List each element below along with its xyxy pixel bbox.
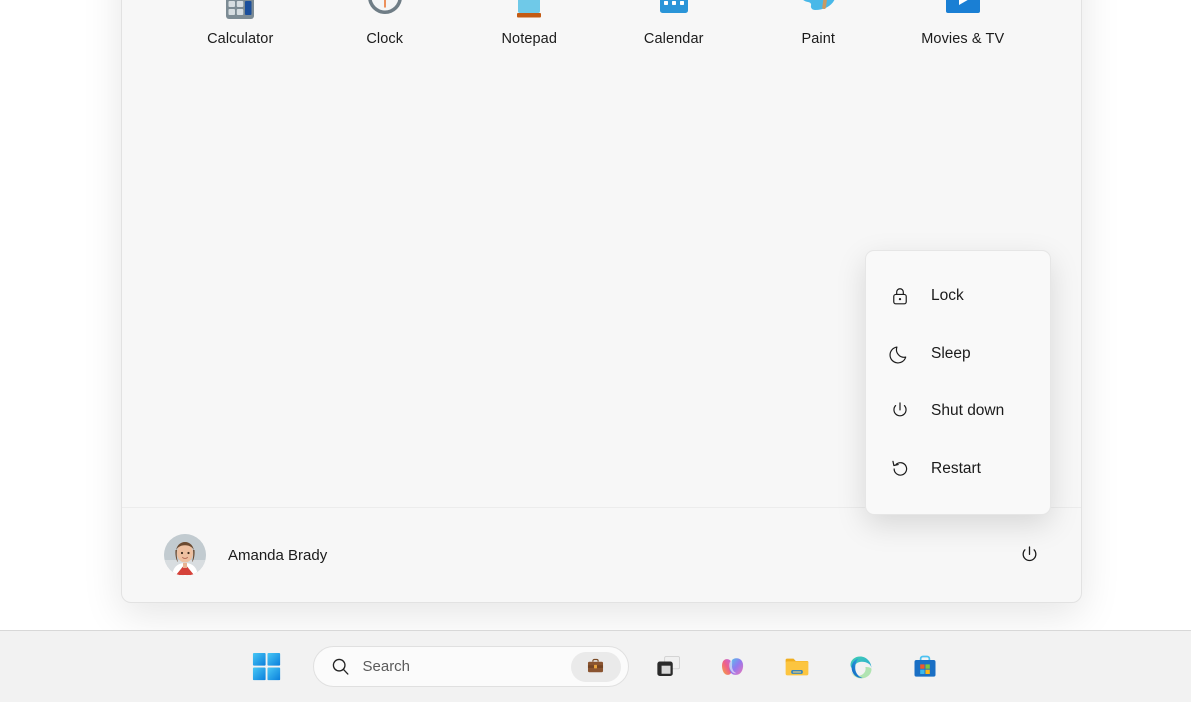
calculator-icon (217, 0, 263, 21)
taskbar: Search (0, 630, 1191, 702)
app-label: Clock (366, 31, 404, 47)
power-icon (1022, 545, 1036, 561)
app-tile-clock[interactable]: Clock (313, 0, 458, 57)
app-label: Paint (801, 31, 836, 47)
power-menu-item-lock[interactable]: Lock (866, 273, 1050, 319)
app-tile-calculator[interactable]: Calculator (168, 0, 313, 57)
app-label: Notepad (501, 31, 558, 47)
app-label: Calculator (207, 31, 274, 47)
windows-logo-icon (252, 652, 280, 680)
power-menu-label: Sleep (931, 344, 971, 362)
store-icon (914, 655, 935, 677)
avatar (164, 534, 206, 576)
app-tile-movies-tv[interactable]: Movies & TV (891, 0, 1036, 57)
start-menu-footer: Amanda Brady (122, 507, 1081, 602)
calendar-icon (651, 0, 697, 21)
microsoft-store-button[interactable] (901, 643, 949, 691)
microsoft-edge-button[interactable] (837, 643, 885, 691)
briefcase-icon[interactable] (570, 651, 621, 682)
copilot-button[interactable] (709, 643, 757, 691)
power-menu-item-shut-down[interactable]: Shut down (866, 388, 1050, 434)
task-view-icon (656, 655, 680, 676)
app-label: Movies & TV (921, 31, 1005, 47)
clock-icon (362, 0, 408, 21)
pinned-apps-grid: Calculator Clock Notepad Calendar Paint … (122, 0, 1081, 57)
start-button[interactable] (243, 643, 291, 691)
search-input[interactable]: Search (312, 646, 629, 687)
app-tile-notepad[interactable]: Notepad (457, 0, 602, 57)
folder-icon (785, 658, 808, 675)
taskbar-items: Search (235, 643, 957, 691)
search-icon (332, 658, 349, 675)
power-menu-item-sleep[interactable]: Sleep (866, 331, 1050, 377)
moon-icon (888, 342, 912, 366)
notepad-icon (506, 0, 552, 21)
power-menu-label: Lock (931, 286, 964, 304)
search-placeholder: Search (362, 658, 411, 675)
power-menu-item-restart[interactable]: Restart (866, 446, 1050, 492)
power-menu-label: Restart (931, 460, 981, 478)
power-menu-label: Shut down (931, 402, 1005, 420)
movies-tv-icon (940, 0, 986, 21)
file-explorer-button[interactable] (773, 643, 821, 691)
power-icon (888, 399, 912, 423)
power-button[interactable] (1007, 533, 1051, 577)
copilot-icon (721, 657, 743, 675)
user-account-button[interactable]: Amanda Brady (158, 528, 337, 582)
app-tile-calendar[interactable]: Calendar (602, 0, 747, 57)
lock-icon (888, 284, 912, 308)
task-view-button[interactable] (645, 643, 693, 691)
app-label: Calendar (643, 31, 704, 47)
edge-icon (850, 656, 871, 678)
user-name: Amanda Brady (228, 546, 328, 564)
paint-icon (795, 0, 841, 21)
power-options-flyout: Lock Sleep Shut down Restart (865, 250, 1051, 515)
restart-icon (888, 457, 912, 481)
app-tile-paint[interactable]: Paint (746, 0, 891, 57)
